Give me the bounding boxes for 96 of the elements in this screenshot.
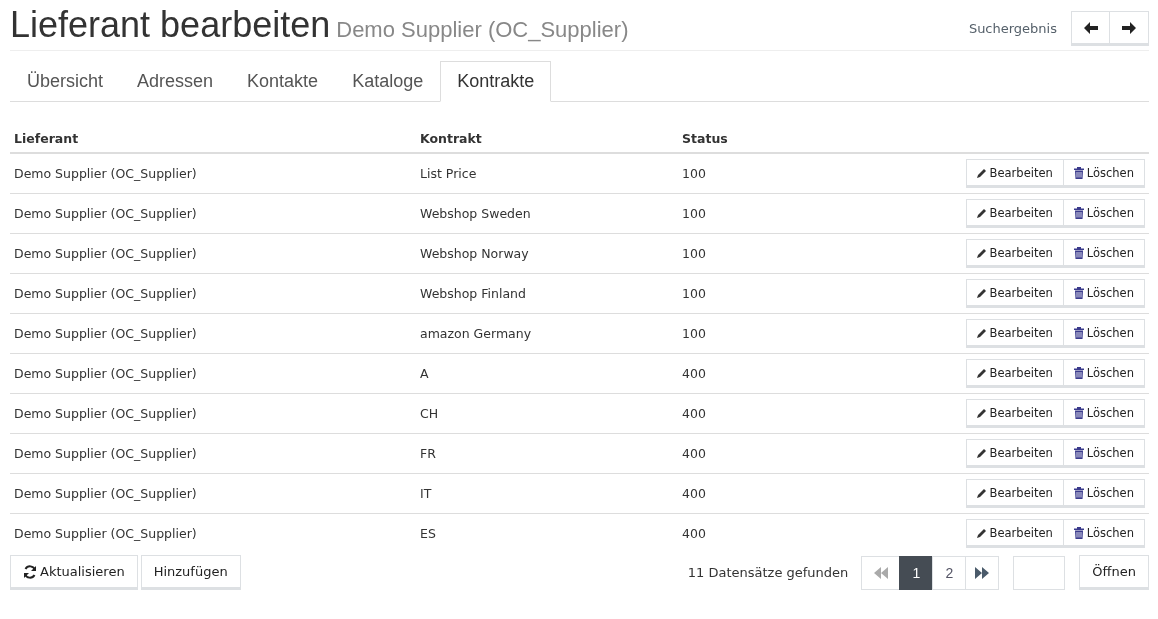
trash-icon bbox=[1073, 326, 1084, 339]
tab[interactable]: Kontakte bbox=[230, 61, 336, 102]
trash-icon bbox=[1073, 446, 1084, 459]
pencil-icon bbox=[976, 407, 987, 418]
table-cell: Demo Supplier (OC_Supplier) bbox=[10, 273, 416, 314]
table-cell: FR bbox=[416, 433, 678, 474]
delete-button[interactable]: Löschen bbox=[1063, 239, 1145, 268]
double-right-arrow-icon bbox=[975, 566, 990, 579]
table-cell: 100 bbox=[678, 273, 783, 314]
pencil-icon bbox=[976, 167, 987, 178]
edit-button[interactable]: Bearbeiten bbox=[965, 479, 1064, 508]
pencil-icon bbox=[976, 487, 987, 498]
table-cell: 400 bbox=[678, 513, 783, 553]
delete-button[interactable]: Löschen bbox=[1063, 199, 1145, 228]
pencil-icon bbox=[976, 247, 987, 258]
trash-icon bbox=[1073, 246, 1084, 259]
page-button[interactable]: 1 bbox=[899, 555, 934, 590]
edit-button[interactable]: Bearbeiten bbox=[965, 399, 1064, 428]
page-number-field[interactable] bbox=[1013, 555, 1066, 590]
edit-button[interactable]: Bearbeiten bbox=[965, 359, 1064, 388]
delete-button[interactable]: Löschen bbox=[1063, 479, 1145, 508]
page-subtitle: Demo Supplier (OC_Supplier) bbox=[336, 17, 629, 43]
table-cell: 100 bbox=[678, 233, 783, 274]
edit-button[interactable]: Bearbeiten bbox=[965, 519, 1064, 548]
tab[interactable]: Kontrakte bbox=[440, 61, 552, 102]
table-cell: 400 bbox=[678, 473, 783, 514]
trash-icon bbox=[1073, 166, 1084, 179]
refresh-icon bbox=[23, 564, 37, 579]
delete-button[interactable]: Löschen bbox=[1063, 319, 1145, 348]
pencil-icon bbox=[976, 367, 987, 378]
edit-button[interactable]: Bearbeiten bbox=[965, 439, 1064, 468]
trash-icon bbox=[1073, 526, 1084, 539]
pencil-icon bbox=[976, 327, 987, 338]
trash-icon bbox=[1073, 366, 1084, 379]
previous-button[interactable] bbox=[1071, 11, 1110, 46]
table-cell: amazon Germany bbox=[416, 313, 678, 354]
table-cell: Webshop Norway bbox=[416, 233, 678, 274]
page-button[interactable]: 2 bbox=[932, 555, 967, 590]
table-cell: Demo Supplier (OC_Supplier) bbox=[10, 473, 416, 514]
table-cell: Demo Supplier (OC_Supplier) bbox=[10, 313, 416, 354]
tab[interactable]: Kataloge bbox=[335, 61, 441, 102]
pencil-icon bbox=[976, 527, 987, 538]
column-header: Kontrakt bbox=[416, 128, 678, 153]
table-cell: Webshop Sweden bbox=[416, 193, 678, 234]
delete-button[interactable]: Löschen bbox=[1063, 519, 1145, 548]
trash-icon bbox=[1073, 406, 1084, 419]
last-page-button[interactable] bbox=[965, 555, 1000, 590]
table-cell: 400 bbox=[678, 353, 783, 394]
pencil-icon bbox=[976, 207, 987, 218]
right-arrow-icon bbox=[1122, 21, 1136, 34]
table-cell: ES bbox=[416, 513, 678, 553]
table-cell: 400 bbox=[678, 393, 783, 434]
tab[interactable]: Übersicht bbox=[10, 61, 121, 102]
table-cell: IT bbox=[416, 473, 678, 514]
table-cell: Demo Supplier (OC_Supplier) bbox=[10, 353, 416, 394]
pencil-icon bbox=[976, 287, 987, 298]
edit-button[interactable]: Bearbeiten bbox=[965, 239, 1064, 268]
trash-icon bbox=[1073, 206, 1084, 219]
table-cell: 400 bbox=[678, 433, 783, 474]
table-cell: Demo Supplier (OC_Supplier) bbox=[10, 393, 416, 434]
table-cell: Demo Supplier (OC_Supplier) bbox=[10, 233, 416, 274]
edit-button[interactable]: Bearbeiten bbox=[965, 279, 1064, 308]
column-header: Lieferant bbox=[10, 128, 416, 153]
double-left-arrow-icon bbox=[873, 566, 888, 579]
column-header: Status bbox=[678, 128, 783, 153]
table-cell: Demo Supplier (OC_Supplier) bbox=[10, 153, 416, 194]
trash-icon bbox=[1073, 286, 1084, 299]
search-result-label: Suchergebnis bbox=[968, 21, 1057, 36]
open-button[interactable]: Öffnen bbox=[1079, 555, 1149, 590]
table-cell: Webshop Finland bbox=[416, 273, 678, 314]
table-cell: Demo Supplier (OC_Supplier) bbox=[10, 513, 416, 553]
table-cell: 100 bbox=[678, 153, 783, 194]
table-cell: CH bbox=[416, 393, 678, 434]
page-title: Lieferant bearbeiten bbox=[10, 4, 331, 46]
next-button[interactable] bbox=[1110, 11, 1149, 46]
add-button[interactable]: Hinzufügen bbox=[140, 555, 241, 590]
table-cell: Demo Supplier (OC_Supplier) bbox=[10, 193, 416, 234]
delete-button[interactable]: Löschen bbox=[1063, 439, 1145, 468]
refresh-button[interactable]: Aktualisieren bbox=[10, 555, 138, 590]
table-cell: List Price bbox=[416, 153, 678, 194]
delete-button[interactable]: Löschen bbox=[1063, 279, 1145, 308]
table-cell: 100 bbox=[678, 193, 783, 234]
delete-button[interactable]: Löschen bbox=[1063, 159, 1145, 188]
edit-button[interactable]: Bearbeiten bbox=[965, 199, 1064, 228]
edit-button[interactable]: Bearbeiten bbox=[965, 159, 1064, 188]
record-count: 11 Datensätze gefunden bbox=[687, 565, 849, 580]
trash-icon bbox=[1073, 486, 1084, 499]
tab[interactable]: Adressen bbox=[120, 61, 231, 102]
left-arrow-icon bbox=[1083, 21, 1098, 34]
table-cell: Demo Supplier (OC_Supplier) bbox=[10, 433, 416, 474]
edit-button[interactable]: Bearbeiten bbox=[965, 319, 1064, 348]
table-cell: A bbox=[416, 353, 678, 394]
delete-button[interactable]: Löschen bbox=[1063, 359, 1145, 388]
table-cell: 100 bbox=[678, 313, 783, 354]
delete-button[interactable]: Löschen bbox=[1063, 399, 1145, 428]
pencil-icon bbox=[976, 447, 987, 458]
